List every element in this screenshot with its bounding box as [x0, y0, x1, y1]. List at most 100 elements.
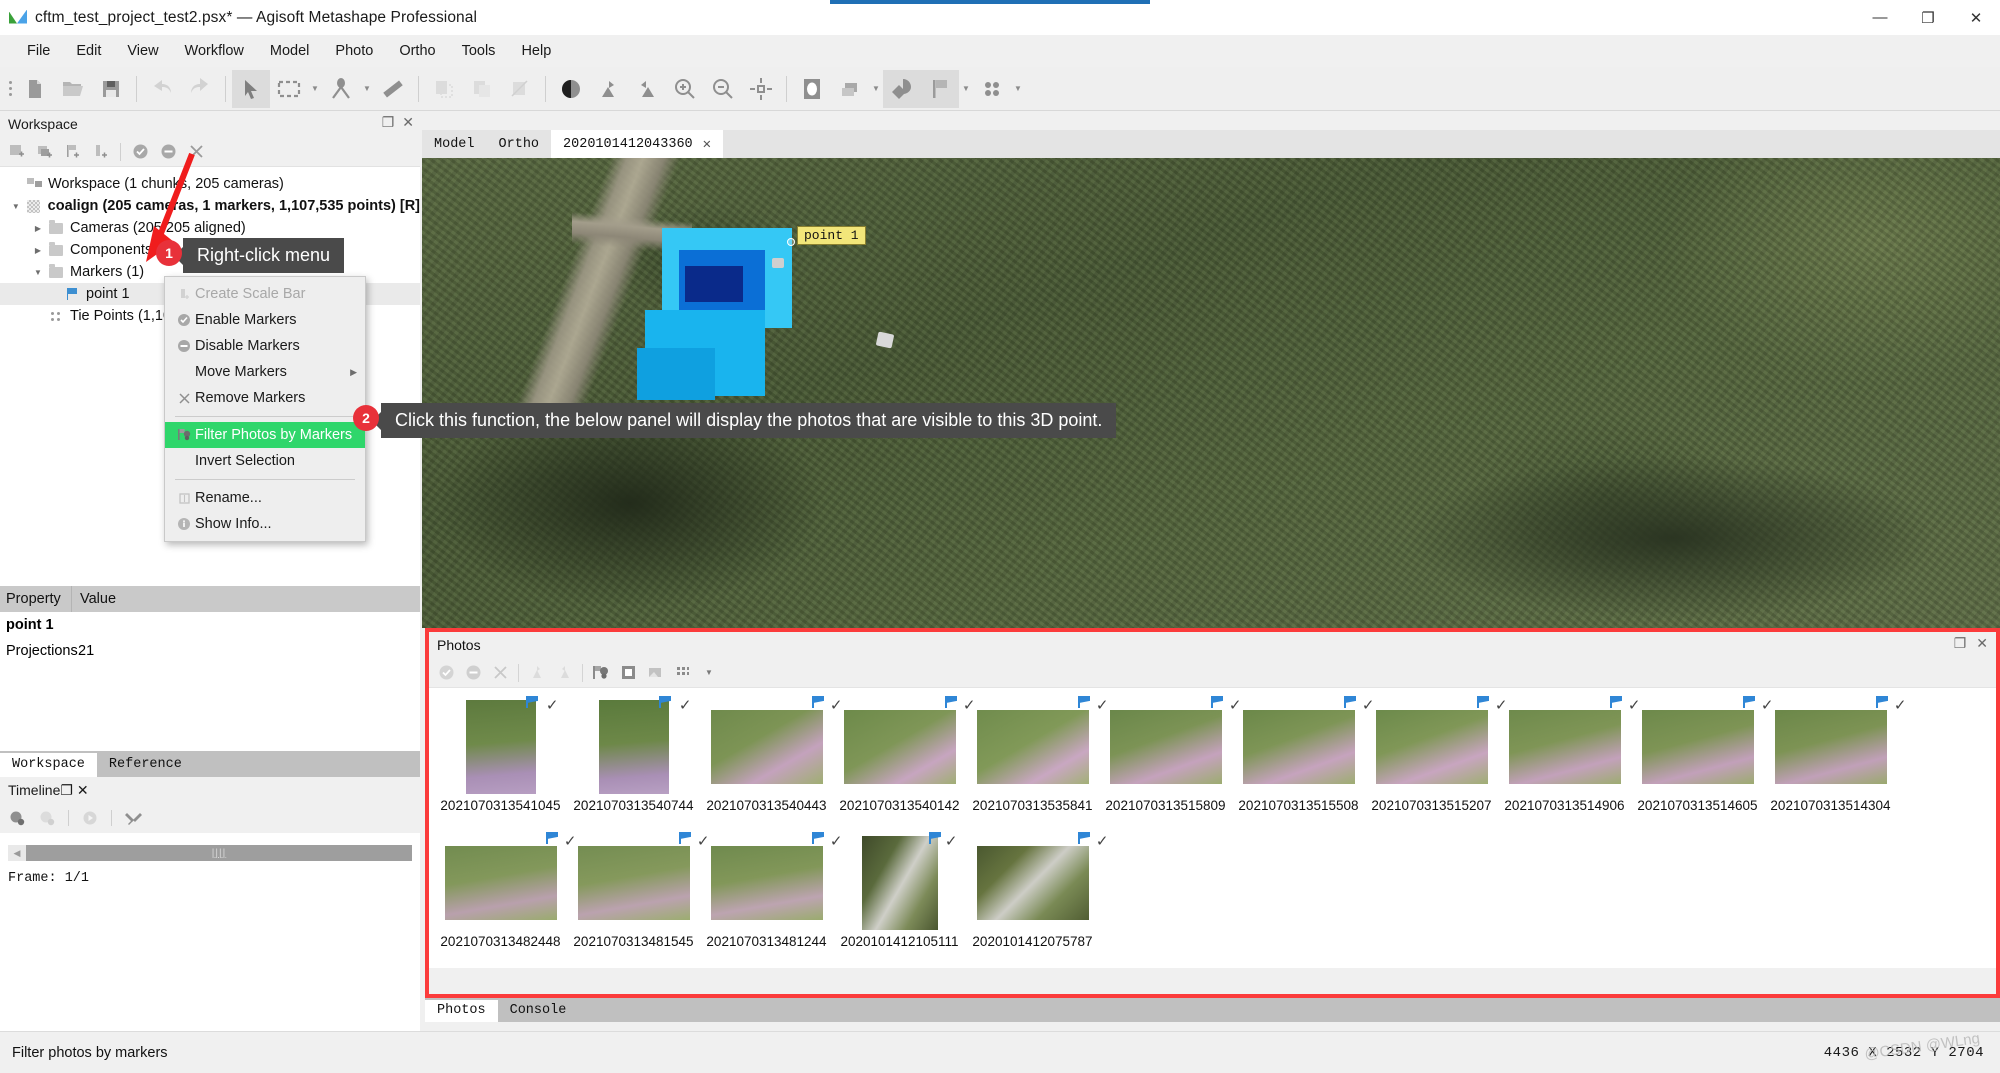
- list-item[interactable]: ✓ 2021070313514906: [1499, 696, 1641, 832]
- layers-icon[interactable]: [831, 70, 869, 108]
- tab-reference[interactable]: Reference: [97, 753, 194, 777]
- check-icon[interactable]: ✓: [546, 698, 559, 713]
- timeline-scrollbar[interactable]: ◀ ||||: [8, 845, 412, 861]
- markers-dropdown-caret[interactable]: ▼: [959, 70, 973, 108]
- thumbnail-image[interactable]: [861, 836, 938, 930]
- save-icon[interactable]: [92, 70, 130, 108]
- undo-icon[interactable]: [143, 70, 181, 108]
- layers-dropdown-caret[interactable]: ▼: [869, 70, 883, 108]
- rectangle-selection-dropdown-caret[interactable]: ▼: [308, 70, 322, 108]
- check-icon[interactable]: ✓: [679, 698, 692, 713]
- menu-ortho[interactable]: Ortho: [386, 39, 448, 63]
- filter-by-markers-icon[interactable]: [592, 664, 610, 682]
- tab-photos[interactable]: Photos: [425, 1000, 498, 1022]
- thumbnail-image[interactable]: [1109, 710, 1222, 784]
- settings-icon[interactable]: [124, 809, 142, 827]
- thumbnail-image[interactable]: [1641, 710, 1754, 784]
- menu-item-show-info[interactable]: Show Info...: [165, 511, 365, 537]
- enable-icon[interactable]: [437, 664, 455, 682]
- menu-item-move-markers[interactable]: Move Markers ▶: [165, 359, 365, 385]
- menu-edit[interactable]: Edit: [63, 39, 114, 63]
- maximize-button[interactable]: ❐: [1904, 0, 1952, 35]
- disable-icon[interactable]: [464, 664, 482, 682]
- menu-model[interactable]: Model: [257, 39, 323, 63]
- close-button[interactable]: ✕: [1952, 0, 2000, 35]
- photos-float-icon[interactable]: ❐: [1954, 635, 1967, 652]
- list-item[interactable]: ✓ 2020101412075787: [967, 832, 1109, 968]
- duplicate-shape-icon[interactable]: [463, 70, 501, 108]
- remove-icon[interactable]: [491, 664, 509, 682]
- tie-points-icon[interactable]: [973, 70, 1011, 108]
- reset-view-icon[interactable]: [742, 70, 780, 108]
- list-item[interactable]: ✓ 2021070313482448: [435, 832, 577, 968]
- menu-view[interactable]: View: [114, 39, 171, 63]
- tab-workspace[interactable]: Workspace: [0, 753, 97, 777]
- list-item[interactable]: ✓ 2021070313540142: [834, 696, 976, 832]
- shaded-model-icon[interactable]: [883, 69, 921, 108]
- zoom-out-icon[interactable]: [704, 70, 742, 108]
- markers-visibility-icon[interactable]: [921, 69, 959, 108]
- table-row[interactable]: Projections 21: [0, 638, 420, 664]
- menu-item-remove-markers[interactable]: Remove Markers: [165, 385, 365, 411]
- list-item[interactable]: ✓ 2021070313514605: [1632, 696, 1774, 832]
- thumbnail-image[interactable]: [976, 846, 1089, 920]
- timeline-scroll-thumb[interactable]: ||||: [26, 845, 412, 861]
- chevron-down-icon[interactable]: ▼: [30, 268, 46, 277]
- measure-angle-icon[interactable]: [322, 70, 360, 108]
- menu-help[interactable]: Help: [508, 39, 564, 63]
- menu-item-rename[interactable]: Rename...: [165, 485, 365, 511]
- tie-points-dropdown-caret[interactable]: ▼: [1011, 70, 1025, 108]
- contrast-icon[interactable]: [552, 70, 590, 108]
- gradual-selection-icon[interactable]: [590, 70, 628, 108]
- rectangle-selection-icon[interactable]: [270, 70, 308, 108]
- list-item[interactable]: ✓ 2020101412105111: [834, 832, 965, 968]
- pointer-tool-icon[interactable]: [232, 69, 270, 108]
- reset-selection-icon[interactable]: [628, 70, 666, 108]
- add-shape-icon[interactable]: [425, 70, 463, 108]
- photos-thumbnail-grid[interactable]: ✓ 2021070313541045 ✓ 2021070313540744 ✓ …: [429, 688, 1996, 968]
- thumbnail-icon[interactable]: [646, 664, 664, 682]
- chevron-down-icon[interactable]: ▼: [8, 202, 24, 211]
- tree-row-cameras[interactable]: ▶ Cameras (205/205 aligned): [0, 217, 420, 239]
- list-item[interactable]: ✓ 2021070313481545: [568, 832, 710, 968]
- marker-point-indicator[interactable]: [787, 238, 795, 246]
- point-cloud-icon[interactable]: [793, 70, 831, 108]
- thumbnail-image[interactable]: [1375, 710, 1488, 784]
- toolbar-grip[interactable]: [4, 70, 16, 108]
- timeline-scroll-left-arrow[interactable]: ◀: [8, 848, 26, 859]
- thumbnail-image[interactable]: [1508, 710, 1621, 784]
- new-document-icon[interactable]: [16, 70, 54, 108]
- cut-shape-icon[interactable]: [501, 70, 539, 108]
- rotate-right-icon[interactable]: [555, 664, 573, 682]
- add-photos-icon[interactable]: [36, 143, 54, 161]
- minimize-button[interactable]: —: [1856, 0, 1904, 35]
- thumbnail-image[interactable]: [465, 700, 536, 794]
- menu-tools[interactable]: Tools: [449, 39, 509, 63]
- list-item[interactable]: ✓ 2021070313481244: [701, 832, 843, 968]
- list-item[interactable]: ✓ 2021070313541045: [435, 696, 566, 832]
- menu-file[interactable]: File: [14, 39, 63, 63]
- list-item[interactable]: ✓ 2021070313535841: [967, 696, 1109, 832]
- thumbnail-image[interactable]: [1242, 710, 1355, 784]
- chevron-right-icon[interactable]: ▶: [30, 224, 46, 233]
- thumbnail-image[interactable]: [444, 846, 557, 920]
- close-icon[interactable]: ✕: [703, 136, 711, 153]
- list-item[interactable]: ✓ 2021070313540744: [568, 696, 699, 832]
- rotate-left-icon[interactable]: [528, 664, 546, 682]
- thumbnail-image[interactable]: [710, 710, 823, 784]
- timeline-close-icon[interactable]: ✕: [77, 782, 89, 798]
- list-item[interactable]: ✓ 2021070313515508: [1233, 696, 1375, 832]
- grid-icon[interactable]: [673, 664, 691, 682]
- tab-model[interactable]: Model: [422, 132, 487, 157]
- chevron-right-icon[interactable]: ▶: [30, 246, 46, 255]
- ruler-icon[interactable]: [374, 70, 412, 108]
- list-item[interactable]: ✓ 2021070313515809: [1100, 696, 1242, 832]
- photos-close-icon[interactable]: ✕: [1976, 635, 1988, 652]
- workspace-close-icon[interactable]: ✕: [402, 114, 414, 131]
- list-item[interactable]: ✓ 2021070313515207: [1366, 696, 1508, 832]
- menu-item-enable-markers[interactable]: Enable Markers: [165, 307, 365, 333]
- photo-viewport[interactable]: point 1: [422, 158, 2000, 628]
- tab-photo-2020101412043360[interactable]: 2020101412043360 ✕: [551, 130, 724, 158]
- table-row[interactable]: point 1: [0, 612, 420, 638]
- thumbnail-image[interactable]: [598, 700, 669, 794]
